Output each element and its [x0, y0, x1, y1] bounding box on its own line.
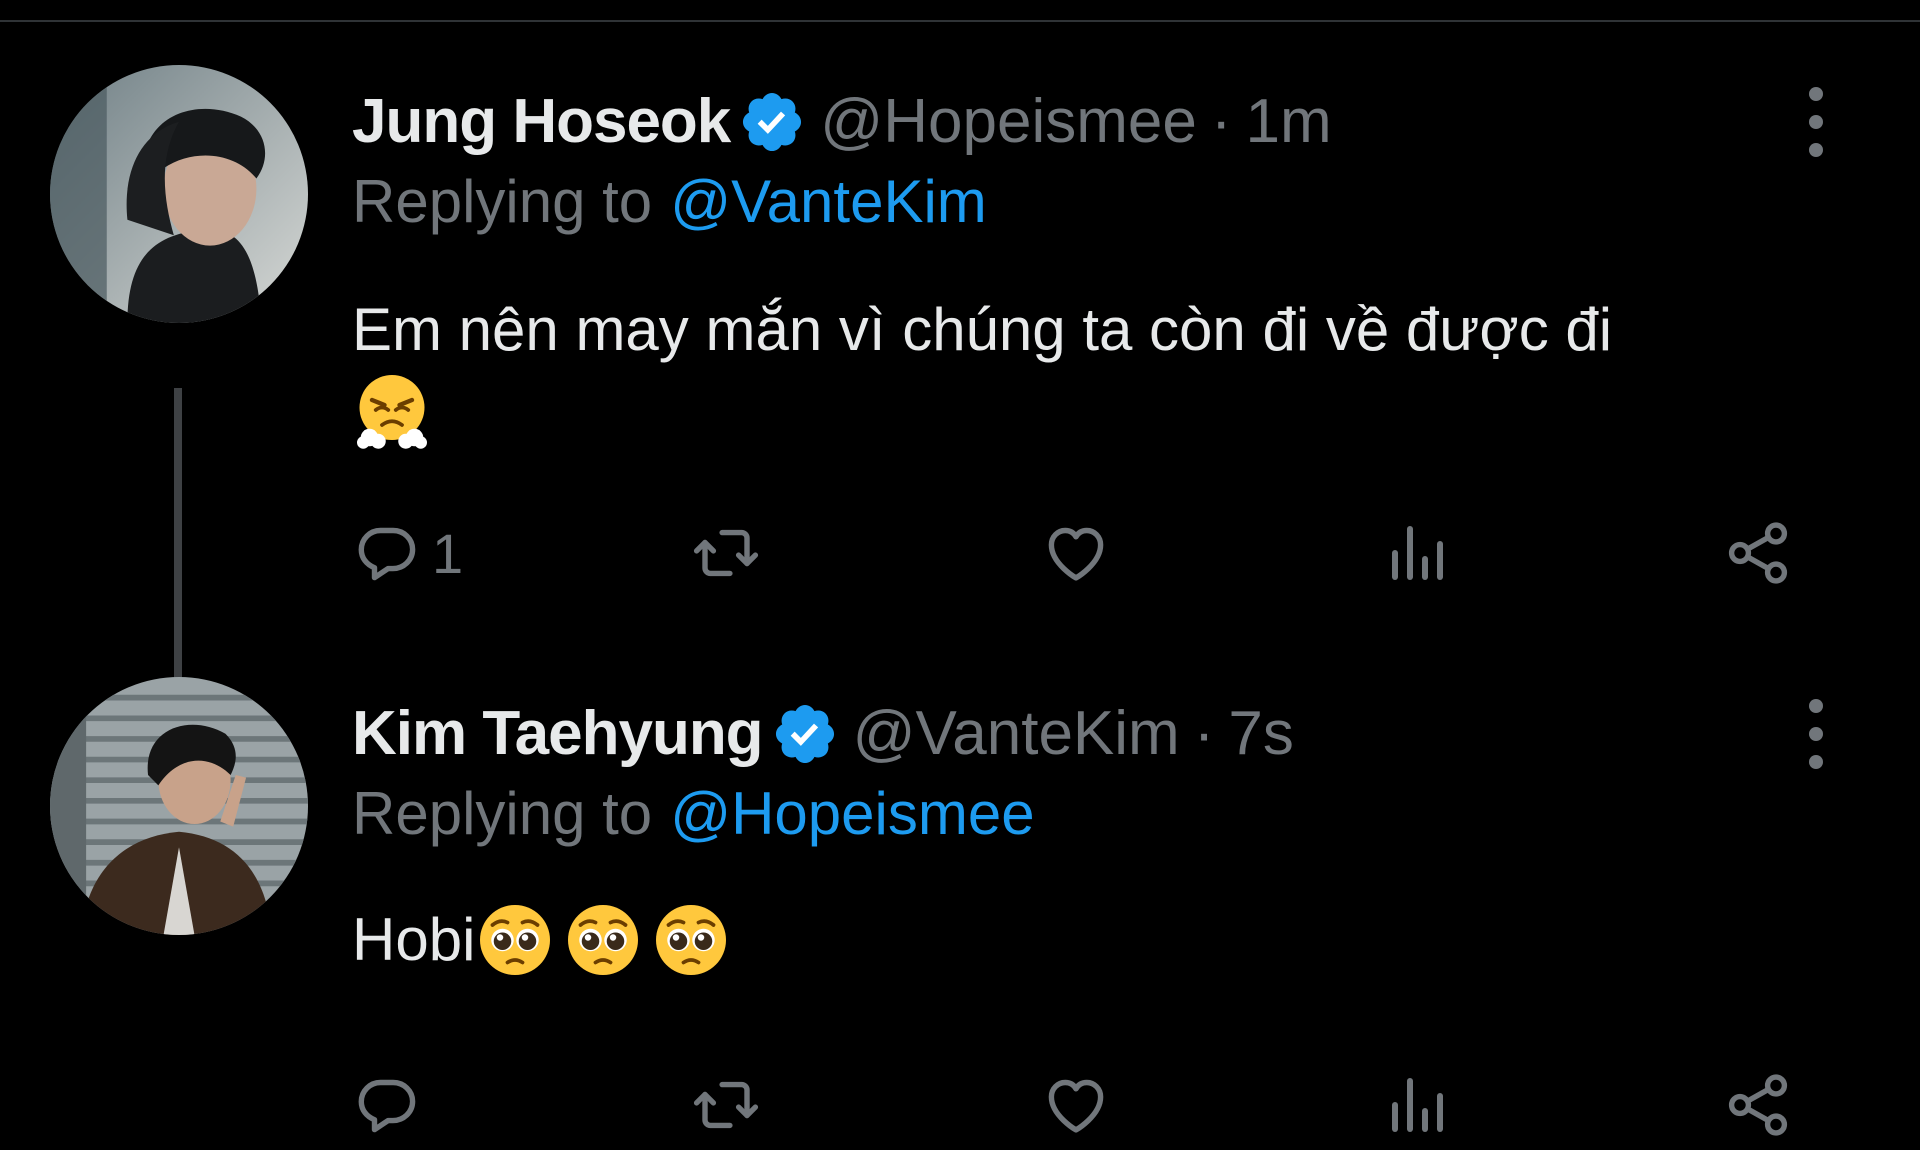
retweet-icon — [693, 529, 759, 577]
replying-to-link[interactable]: @VanteKim — [670, 168, 987, 235]
avatar-photo — [50, 65, 308, 323]
tweet[interactable]: Kim Taehyung @VanteKim · 7s Replying to @… — [0, 672, 1920, 1136]
tweet-text: Hobi — [352, 900, 1772, 984]
analytics-icon — [1392, 526, 1443, 580]
timestamp[interactable]: 7s — [1228, 694, 1293, 774]
share-button[interactable] — [1722, 508, 1794, 598]
more-options-icon[interactable] — [1794, 80, 1838, 164]
avatar[interactable] — [50, 677, 308, 935]
retweet-button[interactable] — [690, 1060, 762, 1150]
views-button[interactable] — [1380, 1060, 1452, 1150]
tweet-actions — [0, 1060, 1920, 1150]
share-button[interactable] — [1722, 1060, 1794, 1150]
reply-icon — [358, 1079, 416, 1133]
tweet-header: Kim Taehyung @VanteKim · 7s — [352, 694, 1294, 774]
reply-icon — [358, 527, 416, 581]
reply-button[interactable] — [352, 1060, 432, 1150]
pleading-face-icon — [563, 900, 643, 980]
handle[interactable]: @VanteKim — [853, 694, 1180, 774]
like-button[interactable] — [1040, 1060, 1112, 1150]
pleading-face-icon — [475, 900, 555, 980]
reply-count: 1 — [432, 521, 464, 585]
tweet-header: Jung Hoseok @Hopeismee · 1m — [352, 82, 1332, 162]
avatar-photo — [50, 677, 308, 935]
replying-to-prefix: Replying to — [352, 168, 653, 235]
verified-badge-icon — [771, 700, 839, 768]
retweet-button[interactable] — [690, 508, 762, 598]
share-icon — [1728, 1074, 1788, 1136]
heart-icon — [1048, 1079, 1104, 1133]
heart-icon — [1048, 527, 1104, 581]
separator-dot: · — [1193, 699, 1215, 768]
tweet-actions: 1 — [0, 508, 1920, 598]
tweet[interactable]: Jung Hoseok @Hopeismee · 1m Replying to @… — [0, 60, 1920, 732]
timestamp[interactable]: 1m — [1246, 82, 1332, 162]
huffing-face-icon — [352, 370, 432, 450]
verified-badge-icon — [738, 88, 806, 156]
pleading-face-icon — [651, 900, 731, 980]
handle[interactable]: @Hopeismee — [820, 82, 1197, 162]
replying-to: Replying to @VanteKim — [352, 164, 987, 240]
like-button[interactable] — [1040, 508, 1112, 598]
replying-to-link[interactable]: @Hopeismee — [670, 780, 1034, 847]
share-icon — [1728, 522, 1788, 584]
replying-to: Replying to @Hopeismee — [352, 776, 1035, 852]
analytics-icon — [1392, 1078, 1443, 1132]
more-options-icon[interactable] — [1794, 692, 1838, 776]
tweet-text: Em nên may mắn vì chúng ta còn đi về đượ… — [352, 290, 1772, 454]
replying-to-prefix: Replying to — [352, 780, 653, 847]
display-name[interactable]: Kim Taehyung — [352, 694, 764, 774]
tweet-text-content: Hobi — [352, 906, 476, 973]
avatar[interactable] — [50, 65, 308, 323]
tweet-text-content: Em nên may mắn vì chúng ta còn đi về đượ… — [352, 296, 1613, 363]
retweet-icon — [693, 1081, 759, 1129]
reply-button[interactable]: 1 — [352, 508, 463, 598]
display-name[interactable]: Jung Hoseok — [352, 82, 731, 162]
top-divider — [0, 20, 1920, 22]
views-button[interactable] — [1380, 508, 1452, 598]
separator-dot: · — [1210, 87, 1232, 156]
